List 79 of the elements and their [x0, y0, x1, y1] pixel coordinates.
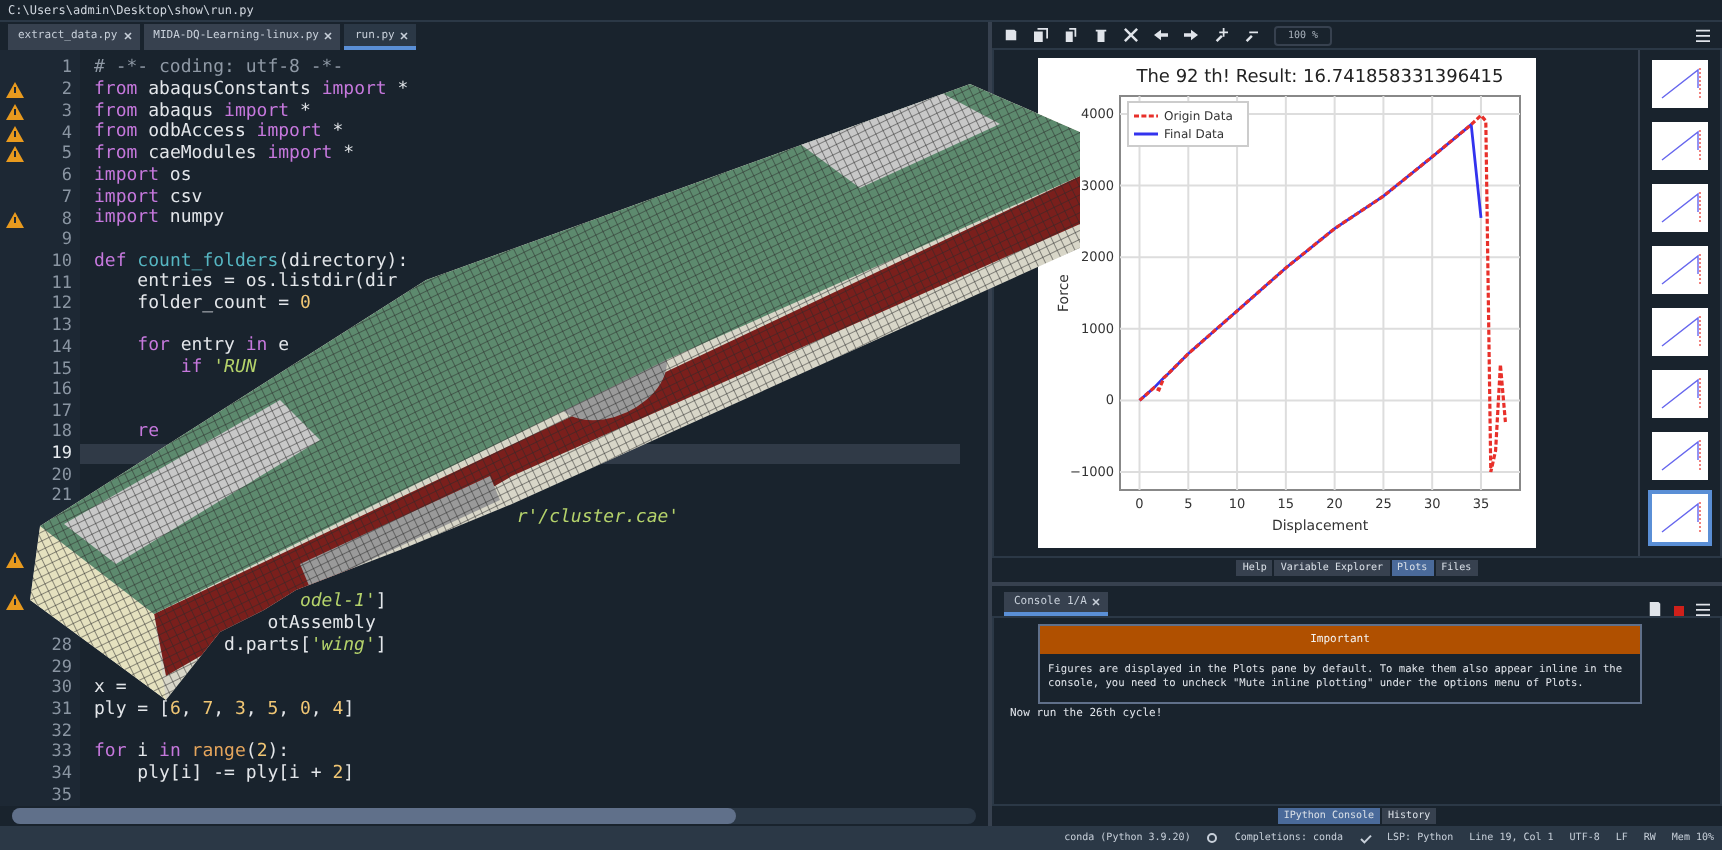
horizontal-scrollbar[interactable]	[12, 808, 976, 824]
line-number: 9	[59, 230, 72, 251]
line-number: 19	[49, 444, 72, 465]
line-number: 14	[49, 337, 72, 358]
code-line: import numpy	[94, 208, 225, 230]
arrow-right-icon[interactable]	[1184, 28, 1198, 42]
line-number: 8	[59, 209, 72, 230]
code-line: def count_folders(directory):	[94, 251, 409, 272]
line-number: 16	[49, 380, 72, 401]
code-line: entries = os.listdir(dir	[135, 272, 398, 294]
chart-legend	[1127, 101, 1249, 147]
line-number: 31	[49, 699, 72, 720]
menu-icon[interactable]	[1696, 602, 1710, 616]
code-line: from odbAccess import *	[94, 122, 344, 144]
code-line: import os	[94, 165, 192, 187]
code-line: ply[i] -= ply[i + 2]	[135, 763, 355, 785]
check-icon	[1359, 833, 1372, 843]
copy-icon[interactable]	[1064, 28, 1078, 42]
line-number: 4	[59, 123, 72, 144]
line-number: 20	[49, 465, 72, 486]
code-line: # -*- coding: utf-8 -*-	[94, 58, 344, 80]
line-number: 32	[49, 721, 72, 742]
code-line: for entry in e	[135, 336, 290, 358]
plot-thumbnail[interactable]	[1648, 490, 1712, 546]
menu-icon[interactable]	[1696, 28, 1710, 42]
code-line: x =	[94, 677, 127, 700]
line-number: 34	[49, 764, 72, 785]
line-number: 12	[49, 294, 72, 315]
line-number: 10	[49, 251, 72, 272]
line-number: 11	[49, 273, 72, 294]
code-line: r'/cluster.cae'	[514, 507, 680, 529]
plot-thumbnail[interactable]	[1648, 180, 1712, 236]
code-line: odel-1']	[297, 592, 387, 614]
arrow-left-icon[interactable]	[1154, 28, 1168, 42]
line-number: 2	[59, 80, 72, 101]
code-line: import csv	[94, 187, 203, 208]
close-icon[interactable]	[123, 31, 132, 39]
line-number: 28	[49, 635, 72, 656]
code-line: d.parts['wing']	[222, 635, 387, 657]
line-number: 15	[49, 359, 72, 380]
line-number: 30	[49, 678, 72, 699]
zoom-out-icon[interactable]	[1244, 28, 1258, 42]
code-line: otAssembly	[265, 613, 376, 636]
code-line: from abaqusConstants import *	[94, 79, 409, 101]
code-line: for i in range(2):	[94, 741, 290, 764]
code-line: ply = [6, 7, 3, 5, 0, 4]	[94, 699, 355, 721]
close-icon[interactable]	[1092, 598, 1101, 606]
line-number: 6	[59, 166, 72, 187]
save-all-icon[interactable]	[1034, 28, 1048, 42]
close-icon[interactable]	[324, 31, 333, 39]
code-line: from abaqus import *	[94, 101, 311, 122]
line-number: 3	[59, 101, 72, 122]
line-number: 33	[49, 742, 72, 763]
line-number: 17	[49, 401, 72, 422]
code-line: from caeModules import *	[94, 144, 355, 166]
line-number: 5	[59, 144, 72, 165]
code-line: re	[135, 422, 160, 444]
plot-thumbnail[interactable]	[1648, 428, 1712, 484]
close-icon[interactable]	[1124, 28, 1138, 42]
page-icon[interactable]	[1648, 602, 1662, 616]
line-number: 35	[49, 785, 72, 806]
line-number: 18	[49, 422, 72, 443]
trash-icon[interactable]	[1094, 28, 1108, 42]
plot-thumbnail[interactable]	[1648, 304, 1712, 360]
line-number: 7	[59, 187, 72, 208]
plot-thumbnail[interactable]	[1648, 118, 1712, 174]
line-number: 13	[49, 316, 72, 337]
plot-thumbnail[interactable]	[1648, 366, 1712, 422]
line-number: 21	[49, 486, 72, 507]
chart-title: The 92 th! Result: 16.741858331396415	[1136, 68, 1504, 88]
plot-thumbnail[interactable]	[1648, 242, 1712, 298]
zoom-in-icon[interactable]	[1214, 28, 1228, 42]
line-number: 1	[59, 58, 72, 79]
close-icon[interactable]	[400, 31, 409, 39]
save-icon[interactable]	[1004, 28, 1018, 42]
code-line: folder_count = 0	[135, 294, 311, 316]
line-number: 29	[49, 657, 72, 678]
code-line: if 'RUN	[178, 358, 257, 380]
plot-thumbnail[interactable]	[1648, 56, 1712, 112]
